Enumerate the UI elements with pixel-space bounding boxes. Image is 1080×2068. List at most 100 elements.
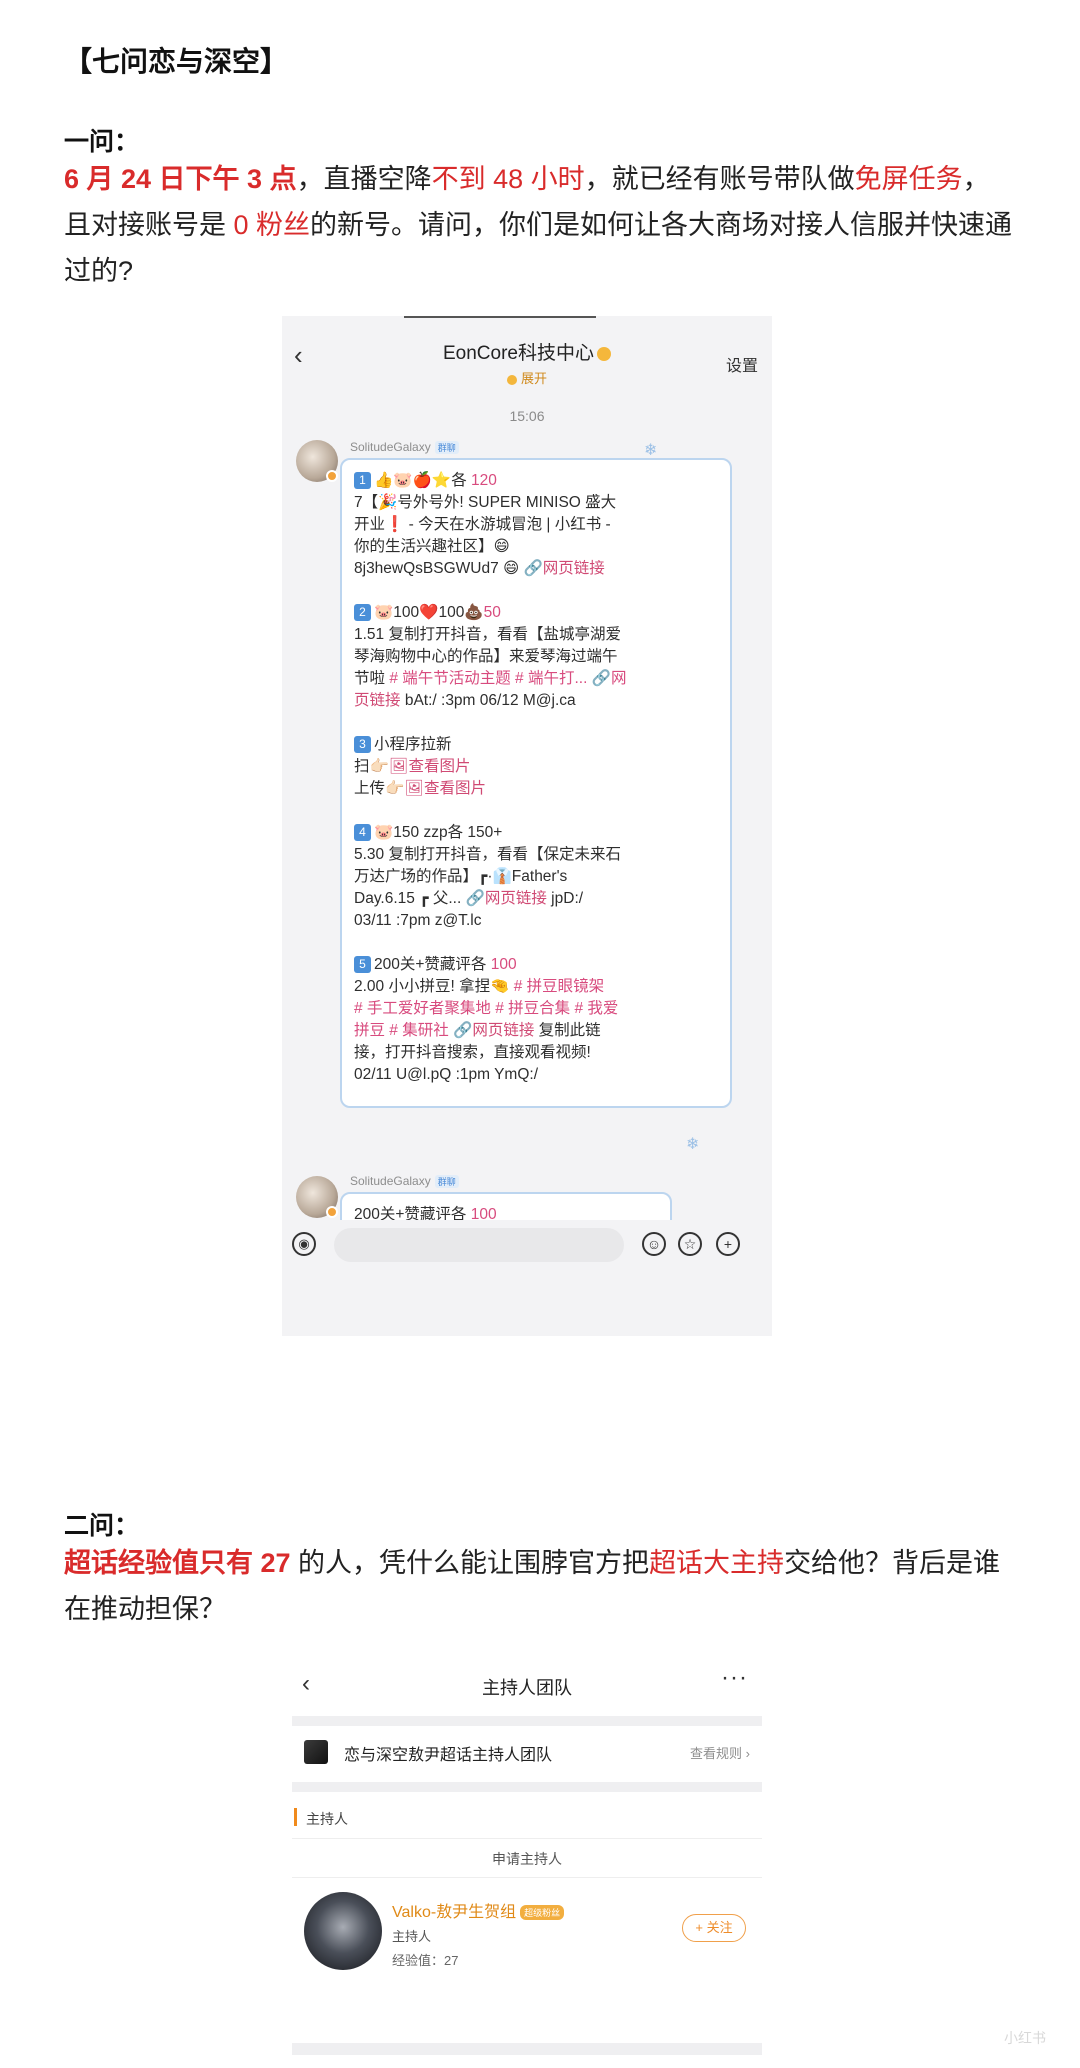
- emoji-icon[interactable]: ☺: [642, 1232, 666, 1256]
- host-name[interactable]: Valko-敖尹生贺组 超级粉丝: [392, 1898, 565, 1922]
- avatar-badge-icon: [326, 470, 338, 482]
- apply-host-button[interactable]: 申请主持人: [292, 1838, 762, 1878]
- task-block-3: 3 小程序拉新 扫👉🏻🖼查看图片 上传👉🏻🖼查看图片: [354, 734, 718, 800]
- bubble-decoration-icon: ❄: [686, 1136, 700, 1153]
- host-name-text: Valko-敖尹生贺组: [392, 1904, 517, 1921]
- q2-text-c: 在推动担保？: [64, 1594, 226, 1624]
- group-icon: [304, 1740, 328, 1764]
- view-rules-link[interactable]: 查看规则 ›: [690, 1743, 750, 1762]
- number-badge: 2: [354, 604, 371, 622]
- task-code: 02/11 U@l.pQ :1pm YmQ:/: [354, 1066, 539, 1083]
- expand-icon: [506, 374, 517, 385]
- question-2-text: 超话经验值只有 27 的人，凭什么能让围脖官方把超话大主持交给他？背后是谁 在推动…: [64, 1540, 1024, 1632]
- task-code: 8j3hewQsBSGWUd7 😄: [354, 560, 524, 577]
- q1-highlight-task: 免屏任务: [854, 164, 963, 194]
- hashtags[interactable]: # 端午节活动主题 # 端午打... 🔗网: [389, 670, 626, 687]
- task-line: 👍🐷🍎⭐各: [374, 472, 472, 489]
- q1-highlight-hours: 不到 48 小时: [431, 164, 585, 194]
- host-avatar[interactable]: [304, 1892, 382, 1970]
- q1-text-e: 过的?: [64, 256, 134, 286]
- task-line: 接，打开抖音搜索，直接观看视频!: [354, 1044, 591, 1061]
- task-line: 5.30 复制打开抖音，看看【保定未来石: [354, 846, 621, 863]
- task-block-2: 2 🐷100❤️100💩50 1.51 复制打开抖音，看看【盐城亭湖爱 琴海购物中…: [354, 602, 718, 712]
- task-line: 🐷150 zzp各 150+: [374, 824, 503, 841]
- task-line: 🐷100❤️100💩: [374, 604, 484, 621]
- sender-name: SolitudeGalaxy 群聊: [350, 440, 459, 455]
- q2-text-b: 交给他？背后是谁: [784, 1548, 1001, 1578]
- q1-text-b: ，就已经有账号带队做: [584, 164, 855, 194]
- doc-title: 【七问恋与深空】: [64, 46, 289, 77]
- task-line: 小程序拉新: [374, 736, 452, 753]
- view-image-link[interactable]: 🖼查看图片: [389, 758, 471, 775]
- expand-label: 展开: [520, 371, 547, 386]
- q1-comma: ，: [962, 164, 990, 194]
- task-code: jpD:/: [546, 890, 584, 907]
- task-code: bAt:/ :3pm 06/12 M@j.ca: [400, 692, 576, 709]
- task-line: 7【🎉号外号外! SUPER MINISO 盛大: [354, 494, 617, 511]
- task-code: 03/11 :7pm z@T.lc: [354, 912, 482, 929]
- task-block-1: 1 👍🐷🍎⭐各 120 7【🎉号外号外! SUPER MINISO 盛大 开业❗ …: [354, 470, 718, 580]
- expand-toggle[interactable]: 展开: [282, 368, 772, 387]
- q1-date: 6 月 24 日下午 3 点: [64, 164, 297, 194]
- number-badge: 4: [354, 824, 371, 842]
- verified-badge-icon: [597, 346, 611, 361]
- question-1-heading: 一问：: [64, 128, 140, 156]
- task-line: Day.6.15 ┏ 父...: [354, 890, 466, 907]
- status-line: [404, 316, 596, 318]
- host-role: 主持人: [392, 1929, 432, 1944]
- question-2-heading: 二问：: [64, 1512, 140, 1540]
- voice-icon[interactable]: ◉: [292, 1232, 316, 1256]
- divider: [292, 1782, 762, 1792]
- follow-button[interactable]: + 关注: [682, 1914, 746, 1942]
- section-accent: [294, 1808, 297, 1826]
- message-input[interactable]: [334, 1228, 624, 1262]
- sender-name-text: SolitudeGalaxy: [350, 440, 431, 454]
- page-title: 主持人团队: [482, 1678, 572, 1698]
- sender-tag: 群聊: [434, 1175, 459, 1189]
- q2-highlight-host: 超话大主持: [649, 1548, 785, 1578]
- q1-text-a: ，直播空降: [296, 164, 432, 194]
- avatar-badge-icon: [326, 1206, 338, 1218]
- task-line: 节啦: [354, 670, 390, 687]
- watermark: 小红书: [1004, 2030, 1046, 2046]
- fan-badge: 超级粉丝: [520, 1905, 565, 1921]
- web-link[interactable]: 🔗网页链接: [466, 890, 547, 907]
- group-row[interactable]: 恋与深空敖尹超话主持人团队 查看规则 ›: [292, 1728, 762, 1776]
- chat-title-text: EonCore科技中心: [443, 343, 594, 364]
- web-link[interactable]: 页链接: [354, 692, 401, 709]
- chat-header: ‹ EonCore科技中心 展开 设置: [282, 330, 772, 394]
- web-link[interactable]: 🔗网页链接: [453, 1022, 534, 1039]
- section-label: 主持人: [306, 1811, 348, 1827]
- task-line: 200关+赞藏评各: [374, 956, 491, 973]
- bubble-decoration-icon: ❄: [644, 442, 658, 459]
- task-value: 50: [483, 604, 501, 621]
- chat-input-bar: ◉ ☺ ☆ +: [282, 1220, 772, 1270]
- number-badge: 3: [354, 736, 371, 754]
- hashtags[interactable]: # 拼豆眼镜架: [514, 978, 604, 995]
- message-timestamp: 15:06: [509, 408, 545, 424]
- q1-text-c: 且对接账号是: [64, 210, 234, 240]
- web-link[interactable]: 🔗网页链接: [524, 560, 605, 577]
- plus-icon[interactable]: +: [716, 1232, 740, 1256]
- hashtags[interactable]: 拼豆 # 集研社: [354, 1022, 453, 1039]
- task-value: 120: [471, 472, 497, 489]
- q2-text-a: 的人，凭什么能让围脖官方把: [290, 1548, 650, 1578]
- chat-title: EonCore科技中心: [282, 338, 772, 365]
- sender-name-text: SolitudeGalaxy: [350, 1174, 431, 1188]
- task-line: 你的生活兴趣社区】😄: [354, 538, 510, 555]
- settings-button[interactable]: 设置: [726, 352, 758, 376]
- divider: [292, 2043, 762, 2055]
- view-image-link[interactable]: 🖼查看图片: [404, 780, 486, 797]
- host-team-screenshot: ‹ 主持人团队 ··· 恋与深空敖尹超话主持人团队 查看规则 › 主持人 申请主…: [292, 1660, 762, 2055]
- message-bubble[interactable]: 1 👍🐷🍎⭐各 120 7【🎉号外号外! SUPER MINISO 盛大 开业❗ …: [340, 458, 732, 1108]
- sender-name: SolitudeGalaxy 群聊: [350, 1174, 459, 1189]
- task-block-4: 4 🐷150 zzp各 150+ 5.30 复制打开抖音，看看【保定未来石 万达广…: [354, 822, 718, 932]
- more-icon[interactable]: ···: [721, 1664, 748, 1692]
- hashtags[interactable]: # 手工爱好者聚集地 # 拼豆合集 # 我爱: [354, 998, 718, 1020]
- task-line: 1.51 复制打开抖音，看看【盐城亭湖爱: [354, 626, 621, 643]
- question-1-text: 6 月 24 日下午 3 点，直播空降不到 48 小时，就已经有账号带队做免屏任…: [64, 156, 1024, 294]
- sender-tag: 群聊: [434, 441, 459, 455]
- task-line: 开业❗ - 今天在水游城冒泡 | 小红书 -: [354, 516, 611, 533]
- sticker-icon[interactable]: ☆: [678, 1232, 702, 1256]
- task-line: 2.00 小小拼豆! 拿捏🤏: [354, 978, 514, 995]
